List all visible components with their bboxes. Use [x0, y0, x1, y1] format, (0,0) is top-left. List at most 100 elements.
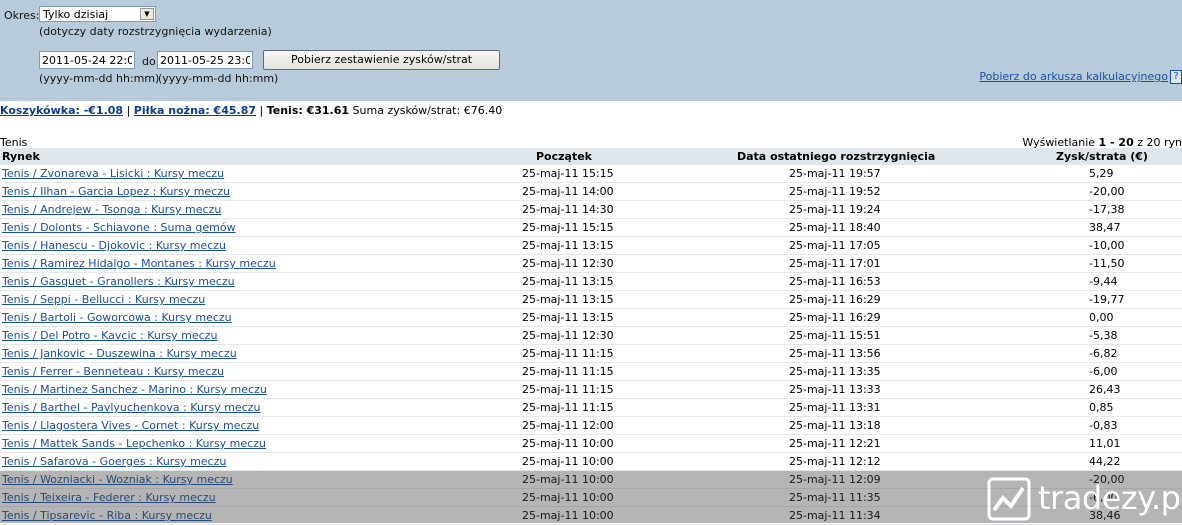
market-link[interactable]: Tenis / Mattek Sands - Lepchenko : Kursy… — [2, 437, 266, 450]
market-link[interactable]: Tenis / Andrejew - Tsonga : Kursy meczu — [2, 203, 221, 216]
market-link[interactable]: Tenis / Ferrer - Benneteau : Kursy meczu — [2, 365, 224, 378]
market-link[interactable]: Tenis / Ramirez Hidalgo - Montanes : Kur… — [2, 257, 276, 270]
table-row: Tenis / Mattek Sands - Lepchenko : Kursy… — [0, 435, 1182, 453]
cell-start: 25-maj-11 13:15 — [522, 293, 614, 306]
market-link[interactable]: Tenis / Bartoli - Goworcowa : Kursy mecz… — [2, 311, 232, 324]
export-spreadsheet-link[interactable]: Pobierz do arkusza kalkulacyjnego — [979, 70, 1168, 83]
summary-separator: | — [126, 104, 131, 117]
cell-last-settlement: 25-maj-11 16:29 — [789, 311, 881, 324]
cell-start: 25-maj-11 10:00 — [522, 455, 614, 468]
cell-market: Tenis / Zvonareva - Lisicki : Kursy mecz… — [2, 167, 224, 180]
cell-market: Tenis / Martinez Sanchez - Marino : Kurs… — [2, 383, 267, 396]
cell-market: Tenis / Bartoli - Goworcowa : Kursy mecz… — [2, 311, 232, 324]
table-row: Tenis / Gasquet - Granollers : Kursy mec… — [0, 273, 1182, 291]
period-select[interactable]: Tylko dzisiaj ▼ — [39, 6, 156, 22]
cell-last-settlement: 25-maj-11 12:09 — [789, 473, 881, 486]
cell-market: Tenis / Mattek Sands - Lepchenko : Kursy… — [2, 437, 266, 450]
cell-start: 25-maj-11 14:30 — [522, 203, 614, 216]
market-link[interactable]: Tenis / Jankovic - Duszewina : Kursy mec… — [2, 347, 237, 360]
cell-profit-loss: 38,47 — [1089, 221, 1121, 234]
results-table: Rynek Początek Data ostatniego rozstrzyg… — [0, 148, 1182, 525]
table-row: Tenis / Zvonareva - Lisicki : Kursy mecz… — [0, 165, 1182, 183]
cell-profit-loss: 11,01 — [1089, 437, 1121, 450]
cell-last-settlement: 25-maj-11 13:18 — [789, 419, 881, 432]
dropdown-arrow-icon[interactable]: ▼ — [140, 8, 154, 20]
market-link[interactable]: Tenis / Tipsarevic - Riba : Kursy meczu — [2, 509, 212, 522]
market-link[interactable]: Tenis / Llagostera Vives - Cornet : Kurs… — [2, 419, 259, 432]
get-profit-loss-button[interactable]: Pobierz zestawienie zysków/strat — [263, 50, 500, 70]
cell-start: 25-maj-11 12:30 — [522, 257, 614, 270]
cell-profit-loss: -19,77 — [1089, 293, 1125, 306]
market-link[interactable]: Tenis / Teixeira - Federer : Kursy meczu — [2, 491, 216, 504]
cell-market: Tenis / Del Potro - Kavcic : Kursy meczu — [2, 329, 217, 342]
cell-last-settlement: 25-maj-11 13:31 — [789, 401, 881, 414]
table-row: Tenis / Bartoli - Goworcowa : Kursy mecz… — [0, 309, 1182, 327]
cell-last-settlement: 25-maj-11 12:12 — [789, 455, 881, 468]
cell-last-settlement: 25-maj-11 16:29 — [789, 293, 881, 306]
football-summary-link[interactable]: Piłka nożna: €45.87 — [134, 104, 256, 117]
table-row: Tenis / Seppi - Bellucci : Kursy meczu 25… — [0, 291, 1182, 309]
cell-market: Tenis / Gasquet - Granollers : Kursy mec… — [2, 275, 235, 288]
market-link[interactable]: Tenis / Hanescu - Djokovic : Kursy meczu — [2, 239, 226, 252]
watermark-text: tradezy.pl — [1038, 479, 1182, 517]
market-link[interactable]: Tenis / Seppi - Bellucci : Kursy meczu — [2, 293, 205, 306]
cell-profit-loss: -9,44 — [1089, 275, 1118, 288]
cell-start: 25-maj-11 13:15 — [522, 239, 614, 252]
market-link[interactable]: Tenis / Gasquet - Granollers : Kursy mec… — [2, 275, 235, 288]
table-row: Tenis / Andrejew - Tsonga : Kursy meczu 2… — [0, 201, 1182, 219]
cell-profit-loss: -17,38 — [1089, 203, 1125, 216]
table-row: Tenis / Martinez Sanchez - Marino : Kurs… — [0, 381, 1182, 399]
cell-market: Tenis / Teixeira - Federer : Kursy meczu — [2, 491, 216, 504]
sport-summary: Koszykówka: -€1.08 | Piłka nożna: €45.87… — [0, 104, 502, 117]
cell-profit-loss: -6,00 — [1089, 365, 1118, 378]
date-to-input[interactable] — [157, 51, 253, 69]
help-icon[interactable]: ? — [1170, 70, 1182, 84]
market-link[interactable]: Tenis / Martinez Sanchez - Marino : Kurs… — [2, 383, 267, 396]
market-link[interactable]: Tenis / Zvonareva - Lisicki : Kursy mecz… — [2, 167, 224, 180]
market-link[interactable]: Tenis / Barthel - Pavlyuchenkova : Kursy… — [2, 401, 260, 414]
cell-start: 25-maj-11 12:30 — [522, 329, 614, 342]
summary-separator: | — [259, 104, 264, 117]
cell-start: 25-maj-11 10:00 — [522, 491, 614, 504]
date-from-format-hint: (yyyy-mm-dd hh:mm) — [39, 72, 160, 85]
period-label: Okres: — [4, 9, 40, 22]
market-link[interactable]: Tenis / Ilhan - Garcia Lopez : Kursy mec… — [2, 185, 230, 198]
cell-last-settlement: 25-maj-11 19:24 — [789, 203, 881, 216]
cell-market: Tenis / Llagostera Vives - Cornet : Kurs… — [2, 419, 259, 432]
total-value: €76.40 — [463, 104, 503, 117]
header-last-settlement[interactable]: Data ostatniego rozstrzygnięcia — [737, 150, 935, 163]
cell-market: Tenis / Jankovic - Duszewina : Kursy mec… — [2, 347, 237, 360]
cell-market: Tenis / Wozniacki - Wozniak : Kursy mecz… — [2, 473, 233, 486]
cell-profit-loss: 5,29 — [1089, 167, 1114, 180]
cell-profit-loss: -20,00 — [1089, 185, 1125, 198]
basketball-summary-link[interactable]: Koszykówka: -€1.08 — [0, 104, 123, 117]
cell-start: 25-maj-11 15:15 — [522, 221, 614, 234]
period-note: (dotyczy daty rozstrzygnięcia wydarzenia… — [39, 25, 272, 38]
cell-market: Tenis / Ramirez Hidalgo - Montanes : Kur… — [2, 257, 276, 270]
table-row: Tenis / Del Potro - Kavcic : Kursy meczu… — [0, 327, 1182, 345]
cell-start: 25-maj-11 13:15 — [522, 311, 614, 324]
market-link[interactable]: Tenis / Safarova - Goerges : Kursy meczu — [2, 455, 226, 468]
market-link[interactable]: Tenis / Dolonts - Schiavone : Suma gemów — [2, 221, 236, 234]
cell-profit-loss: 26,43 — [1089, 383, 1121, 396]
header-market[interactable]: Rynek — [2, 150, 40, 163]
cell-start: 25-maj-11 10:00 — [522, 509, 614, 522]
cell-profit-loss: -10,00 — [1089, 239, 1125, 252]
market-link[interactable]: Tenis / Wozniacki - Wozniak : Kursy mecz… — [2, 473, 233, 486]
cell-market: Tenis / Andrejew - Tsonga : Kursy meczu — [2, 203, 221, 216]
table-row: Tenis / Dolonts - Schiavone : Suma gemów… — [0, 219, 1182, 237]
header-start[interactable]: Początek — [536, 150, 592, 163]
cell-market: Tenis / Safarova - Goerges : Kursy meczu — [2, 455, 226, 468]
cell-market: Tenis / Tipsarevic - Riba : Kursy meczu — [2, 509, 212, 522]
date-from-input[interactable] — [39, 51, 135, 69]
cell-market: Tenis / Dolonts - Schiavone : Suma gemów — [2, 221, 236, 234]
total-label: Suma zysków/strat: — [352, 104, 461, 117]
filter-panel: Okres: Tylko dzisiaj ▼ (dotyczy daty roz… — [0, 0, 1182, 101]
cell-start: 25-maj-11 11:15 — [522, 347, 614, 360]
cell-market: Tenis / Ilhan - Garcia Lopez : Kursy mec… — [2, 185, 230, 198]
cell-last-settlement: 25-maj-11 19:57 — [789, 167, 881, 180]
cell-start: 25-maj-11 14:00 — [522, 185, 614, 198]
date-to-format-hint: (yyyy-mm-dd hh:mm) — [158, 72, 279, 85]
market-link[interactable]: Tenis / Del Potro - Kavcic : Kursy meczu — [2, 329, 217, 342]
header-profit-loss[interactable]: Zysk/strata (€) — [1056, 150, 1148, 163]
